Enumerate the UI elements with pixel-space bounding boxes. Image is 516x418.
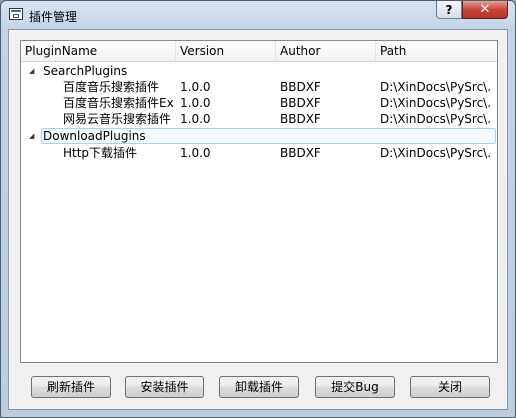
window-close-button[interactable]: ✕ <box>462 1 508 19</box>
submit-bug-button[interactable]: 提交Bug <box>315 376 395 398</box>
group-name: DownloadPlugins <box>43 129 146 143</box>
plugin-name: 百度音乐搜索插件Ex <box>63 96 174 110</box>
plugin-author: BBDXF <box>280 146 321 160</box>
plugin-author: BBDXF <box>280 96 321 110</box>
plugin-version: 1.0.0 <box>180 96 211 110</box>
dialog-client-area: PluginName Version Author Path ◢ SearchP… <box>8 29 508 410</box>
install-plugin-button[interactable]: 安装插件 <box>125 376 204 398</box>
plugin-path: D:\XinDocs\PySrc\... <box>380 146 492 160</box>
plugin-name: Http下载插件 <box>63 146 138 160</box>
column-header-author[interactable]: Author <box>276 41 376 61</box>
plugin-path: D:\XinDocs\PySrc\... <box>380 96 492 110</box>
column-header-version[interactable]: Version <box>176 41 276 61</box>
column-header-plugin-name[interactable]: PluginName <box>21 41 176 61</box>
plugin-name: 百度音乐搜索插件 <box>63 80 160 94</box>
tree-item-row[interactable]: 百度音乐搜索插件 1.0.0 BBDXF D:\XinDocs\PySrc\..… <box>21 79 497 95</box>
plugin-author: BBDXF <box>280 80 321 94</box>
expanded-triangle-icon[interactable]: ◢ <box>29 132 37 140</box>
plugin-tree-view[interactable]: PluginName Version Author Path ◢ SearchP… <box>20 40 498 363</box>
group-name: SearchPlugins <box>43 64 128 78</box>
plugin-path: D:\XinDocs\PySrc\... <box>380 112 492 126</box>
app-window-icon <box>9 8 23 20</box>
plugin-version: 1.0.0 <box>180 80 211 94</box>
column-header-path[interactable]: Path <box>376 41 497 61</box>
plugin-path: D:\XinDocs\PySrc\... <box>380 80 492 94</box>
tree-header: PluginName Version Author Path <box>21 41 497 62</box>
plugin-manager-window: 插件管理 ? ✕ PluginName Version Author Path … <box>0 0 516 418</box>
plugin-version: 1.0.0 <box>180 112 211 126</box>
tree-item-row[interactable]: Http下载插件 1.0.0 BBDXF D:\XinDocs\PySrc\..… <box>21 145 497 161</box>
title-bar[interactable]: 插件管理 ? ✕ <box>1 1 515 29</box>
plugin-name: 网易云音乐搜索插件 <box>63 112 172 126</box>
tree-group-row[interactable]: ◢ DownloadPlugins <box>21 128 497 144</box>
tree-item-row[interactable]: 网易云音乐搜索插件 1.0.0 BBDXF D:\XinDocs\PySrc\.… <box>21 111 497 127</box>
plugin-author: BBDXF <box>280 112 321 126</box>
tree-item-row[interactable]: 百度音乐搜索插件Ex 1.0.0 BBDXF D:\XinDocs\PySrc\… <box>21 95 497 111</box>
close-dialog-button[interactable]: 关闭 <box>410 376 490 398</box>
plugin-version: 1.0.0 <box>180 146 211 160</box>
close-icon: ✕ <box>479 2 491 17</box>
tree-group-row[interactable]: ◢ SearchPlugins <box>21 63 497 79</box>
expanded-triangle-icon[interactable]: ◢ <box>29 67 37 75</box>
window-title: 插件管理 <box>29 10 78 24</box>
help-button[interactable]: ? <box>436 1 462 19</box>
refresh-plugins-button[interactable]: 刷新插件 <box>31 376 111 398</box>
uninstall-plugin-button[interactable]: 卸载插件 <box>219 376 299 398</box>
